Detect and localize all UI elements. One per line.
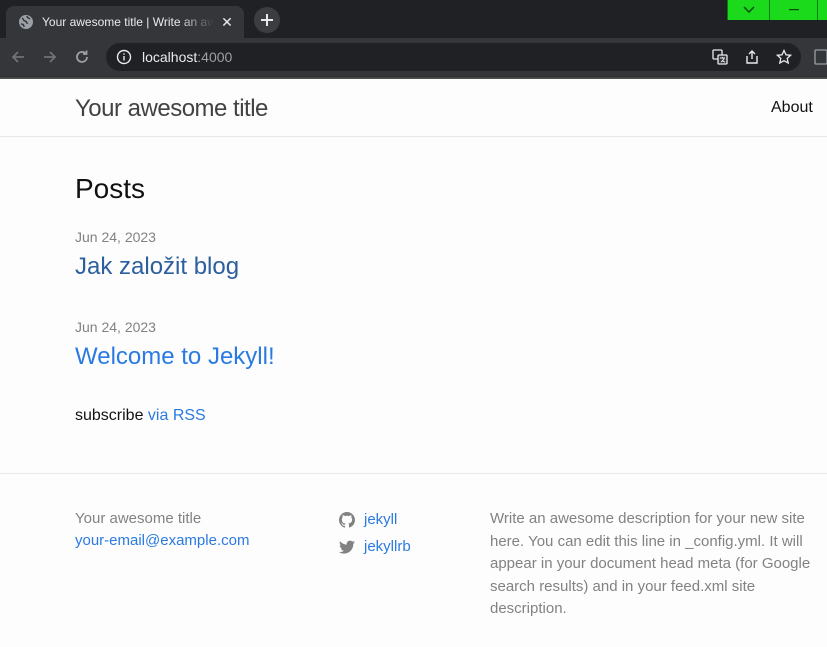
twitter-link[interactable]: jekyllrb — [364, 538, 411, 555]
social-item-github: jekyll — [339, 506, 411, 533]
maximize-button[interactable] — [817, 0, 827, 20]
browser-tab[interactable]: Your awesome title | Write an awesome de… — [6, 6, 244, 38]
reload-button[interactable] — [72, 47, 92, 67]
minimize-button[interactable] — [769, 0, 817, 20]
post-title-link[interactable]: Welcome to Jekyll! — [75, 343, 275, 371]
twitter-icon — [339, 540, 355, 554]
back-button[interactable] — [8, 47, 28, 67]
forward-button[interactable] — [40, 47, 60, 67]
github-link[interactable]: jekyll — [364, 511, 397, 528]
site-footer: Your awesome title your-email@example.co… — [0, 473, 827, 647]
footer-site-name: Your awesome title — [75, 510, 202, 527]
footer-description: Write an awesome description for your ne… — [490, 510, 811, 617]
nav-about-link[interactable]: About — [771, 99, 813, 117]
post-title-link[interactable]: Jak založit blog — [75, 253, 239, 281]
new-tab-button[interactable] — [254, 7, 280, 33]
tab-title: Your awesome title | Write an awesome de… — [42, 15, 214, 29]
share-icon[interactable] — [743, 48, 761, 66]
site-title-link[interactable]: Your awesome title — [75, 95, 268, 123]
post-list-item: Jun 24, 2023 Welcome to Jekyll! — [75, 319, 275, 371]
arrow-right-icon — [44, 51, 57, 63]
github-icon — [339, 511, 355, 528]
extensions-icon[interactable] — [813, 48, 827, 66]
url-text: localhost:4000 — [142, 49, 232, 65]
minimize-icon — [788, 9, 799, 11]
footer-contact: Your awesome title your-email@example.co… — [75, 508, 249, 552]
reload-icon — [76, 50, 88, 63]
address-bar[interactable]: localhost:4000 — [106, 43, 801, 71]
web-page: Your awesome title About Posts Jun 24, 2… — [0, 79, 827, 647]
footer-social: jekyll jekyllrb — [339, 506, 411, 560]
rss-subscribe: subscribe via RSS — [75, 407, 206, 425]
info-icon[interactable] — [116, 49, 132, 65]
footer-email-link[interactable]: your-email@example.com — [75, 530, 249, 552]
browser-toolbar: localhost:4000 — [0, 38, 827, 76]
rss-subscribe-text: subscribe — [75, 407, 148, 424]
page-heading: Posts — [75, 173, 146, 204]
chevron-down-icon — [742, 6, 755, 14]
translate-icon[interactable] — [711, 48, 729, 66]
plus-icon — [261, 14, 273, 26]
close-icon[interactable]: ✕ — [218, 13, 236, 31]
social-item-twitter: jekyllrb — [339, 533, 411, 560]
globe-icon — [19, 15, 33, 29]
post-date: Jun 24, 2023 — [75, 229, 156, 245]
post-date: Jun 24, 2023 — [75, 319, 156, 335]
post-list-item: Jun 24, 2023 Jak založit blog — [75, 229, 239, 281]
arrow-left-icon — [11, 51, 24, 63]
site-header: Your awesome title About — [0, 79, 827, 137]
rss-link[interactable]: via RSS — [148, 407, 206, 424]
star-icon[interactable] — [775, 48, 793, 66]
tab-search-button[interactable] — [727, 0, 769, 20]
url-host: localhost — [142, 49, 198, 65]
url-port: :4000 — [197, 49, 233, 65]
browser-tabstrip: Your awesome title | Write an awesome de… — [0, 0, 827, 38]
